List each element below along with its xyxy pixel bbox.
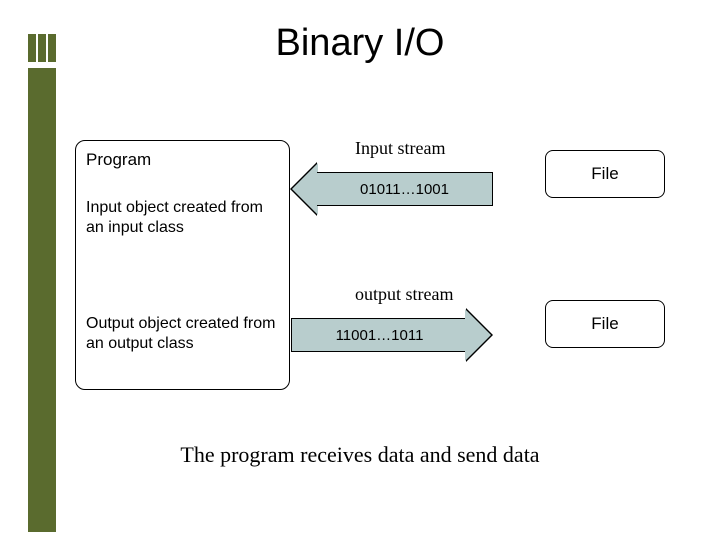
- file-label: File: [591, 164, 618, 184]
- program-heading: Program: [86, 149, 279, 170]
- input-stream-label: Input stream: [355, 138, 445, 159]
- output-object-text: Output object created from an output cla…: [86, 314, 279, 354]
- output-stream-arrow: 11001…1011: [291, 308, 521, 362]
- output-stream-label: output stream: [355, 284, 453, 305]
- io-diagram: Program Input object created from an inp…: [75, 140, 695, 420]
- output-stream-data: 11001…1011: [336, 327, 424, 344]
- file-box-input: File: [545, 150, 665, 198]
- file-box-output: File: [545, 300, 665, 348]
- page-title: Binary I/O: [0, 22, 720, 65]
- input-stream-arrow: 01011…1001: [291, 162, 521, 216]
- program-box: Program Input object created from an inp…: [75, 140, 290, 390]
- file-label: File: [591, 314, 618, 334]
- input-object-text: Input object created from an input class: [86, 198, 279, 238]
- input-stream-data: 01011…1001: [360, 181, 449, 198]
- diagram-caption: The program receives data and send data: [0, 442, 720, 468]
